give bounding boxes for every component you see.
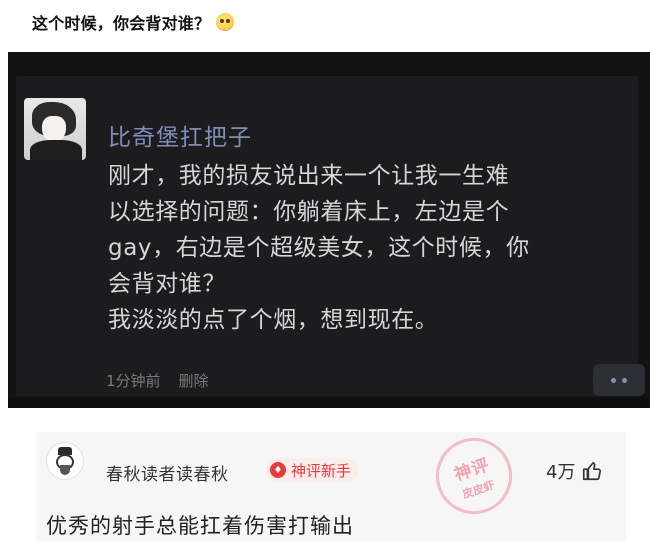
flame-badge-icon: ♦	[270, 462, 286, 478]
avatar-face	[42, 116, 66, 142]
post-line: 会背对谁？	[108, 271, 226, 297]
commenter-avatar[interactable]	[46, 442, 84, 480]
god-comment-badge: ♦ 神评新手	[266, 458, 360, 482]
badge-label: 神评新手	[291, 461, 352, 480]
page: 这个时候，你会背对谁？ 比奇堡扛把子 刚才，我的损友说出来一个让我一生难 以选择…	[0, 0, 650, 542]
avatar-beard	[60, 465, 70, 475]
delete-button[interactable]: 删除	[179, 370, 209, 391]
post-timestamp: 1分钟前	[106, 372, 161, 390]
post-line: 我淡淡的点了个烟，想到现在。	[108, 307, 439, 333]
post-screenshot: 比奇堡扛把子 刚才，我的损友说出来一个让我一生难 以选择的问题：你躺着床上，左边…	[8, 52, 650, 408]
more-button[interactable]	[593, 364, 645, 396]
post-username[interactable]: 比奇堡扛把子	[108, 118, 252, 152]
post-line: gay，右边是个超级美女，这个时候，你	[108, 235, 530, 261]
sweat-smile-emoji-icon	[216, 13, 235, 31]
post-meta: 1分钟前 删除	[106, 370, 209, 391]
comment-text: 优秀的射手总能扛着伤害打输出	[46, 514, 354, 538]
thumbs-up-icon	[581, 460, 603, 482]
post-line: 刚才，我的损友说出来一个让我一生难	[108, 163, 510, 189]
page-title-text: 这个时候，你会背对谁？	[32, 14, 211, 33]
panel-bottom-strip	[8, 398, 650, 408]
comment-card: 春秋读者读春秋 ♦ 神评新手 神评 皮皮虾 4万 优秀的射手总能扛着伤害打输出	[36, 428, 626, 542]
post-card: 比奇堡扛把子 刚才，我的损友说出来一个让我一生难 以选择的问题：你躺着床上，左边…	[16, 76, 645, 396]
page-title: 这个时候，你会背对谁？	[32, 8, 235, 36]
avatar[interactable]	[24, 98, 86, 160]
commenter-username[interactable]: 春秋读者读春秋	[106, 460, 229, 485]
more-dot	[622, 377, 627, 383]
post-line: 以选择的问题：你躺着床上，左边是个	[108, 199, 510, 225]
more-dot	[611, 377, 616, 383]
avatar-body	[30, 140, 82, 160]
like-count: 4万	[546, 462, 576, 483]
god-comment-stamp: 神评 皮皮虾	[426, 428, 522, 524]
like-button[interactable]: 4万	[546, 458, 603, 484]
post-text: 刚才，我的损友说出来一个让我一生难 以选择的问题：你躺着床上，左边是个 gay，…	[108, 158, 608, 338]
